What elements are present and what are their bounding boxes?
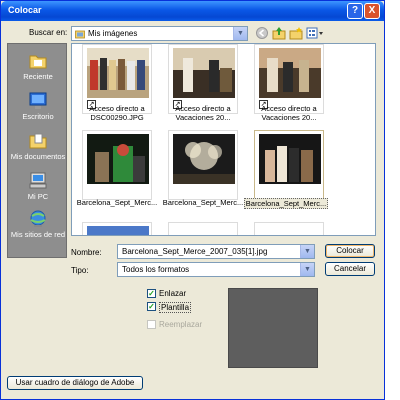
place-label: Escritorio <box>22 112 54 121</box>
file-caption[interactable]: Acceso directo a DSC00290.JPG <box>75 104 159 122</box>
file-caption[interactable]: Barcelona_Sept_Merc... <box>75 198 159 207</box>
place-label: Mis sitios de red <box>10 230 66 239</box>
caption-line: Vacaciones 20... <box>261 113 317 122</box>
caption-line: Acceso directo a <box>89 104 145 113</box>
caption-line: Barcelona_Sept_Merc... <box>245 199 327 208</box>
type-value: Todos los formatos <box>122 265 190 274</box>
place-label: Mis documentos <box>10 152 66 161</box>
name-field[interactable]: Barcelona_Sept_Merce_2007_035[1].jpg ▼ <box>117 244 315 259</box>
window-title: Colocar <box>8 5 42 15</box>
place-my-computer[interactable]: Mi PC <box>8 172 68 201</box>
chevron-down-icon[interactable]: ▼ <box>233 27 247 40</box>
file-thumbnail[interactable] <box>254 222 324 235</box>
image-preview <box>228 288 318 368</box>
lookin-label: Buscar en: <box>29 28 68 37</box>
file-thumbnail[interactable] <box>82 222 152 235</box>
type-dropdown[interactable]: Todos los formatos ▼ <box>117 262 315 277</box>
views-menu-icon[interactable] <box>306 26 324 40</box>
file-caption[interactable]: Acceso directo a Vacaciones 20... <box>247 104 331 122</box>
file-caption-selected[interactable]: Barcelona_Sept_Merc... <box>244 198 328 209</box>
my-documents-icon <box>29 133 47 149</box>
file-caption[interactable]: Acceso directo a Vacaciones 20... <box>161 104 245 122</box>
place-dialog: Colocar ? X Buscar en: Mis imágenes ▼ Re… <box>0 0 385 400</box>
photo-image <box>259 134 321 184</box>
file-thumbnail[interactable] <box>82 130 152 200</box>
network-places-icon <box>30 210 46 227</box>
folder-icon <box>75 30 85 39</box>
chevron-down-icon[interactable]: ▼ <box>300 263 314 276</box>
lookin-dropdown[interactable]: Mis imágenes ▼ <box>71 26 248 41</box>
template-checkbox[interactable]: ✓ <box>147 302 156 311</box>
file-thumbnail[interactable] <box>168 130 238 200</box>
photo-image <box>87 226 149 235</box>
photo-image <box>87 134 149 184</box>
caption-line: Acceso directo a <box>261 104 317 113</box>
caption-line: Vacaciones 20... <box>175 113 231 122</box>
name-label: Nombre: <box>71 248 102 257</box>
file-list[interactable]: ↗ Acceso directo a DSC00290.JPG ↗ Acceso… <box>71 43 376 236</box>
back-icon[interactable] <box>255 26 269 40</box>
replace-checkbox <box>147 320 156 329</box>
type-label: Tipo: <box>71 266 89 275</box>
photo-image <box>173 48 235 98</box>
my-computer-icon <box>29 172 47 189</box>
place-network[interactable]: Mis sitios de red <box>8 210 68 239</box>
places-bar: Reciente Escritorio Mis documentos Mi PC… <box>7 43 67 258</box>
replace-label: Reemplazar <box>159 320 203 329</box>
file-thumbnail[interactable] <box>168 222 238 235</box>
new-folder-icon[interactable] <box>289 26 303 40</box>
file-caption[interactable]: Barcelona_Sept_Merc... <box>161 198 245 207</box>
lookin-value: Mis imágenes <box>88 29 138 38</box>
close-button[interactable]: X <box>364 3 380 19</box>
place-my-documents[interactable]: Mis documentos <box>8 132 68 161</box>
template-label[interactable]: Plantilla <box>159 302 192 313</box>
photo-image <box>173 134 235 184</box>
place-desktop[interactable]: Escritorio <box>8 92 68 121</box>
caption-line: DSC00290.JPG <box>90 113 144 122</box>
caption-line: Barcelona_Sept_Merc... <box>76 198 158 207</box>
place-button[interactable]: Colocar <box>325 244 375 258</box>
cancel-button[interactable]: Cancelar <box>325 262 375 276</box>
file-thumbnail-selected[interactable] <box>254 130 324 200</box>
desktop-icon <box>29 92 47 109</box>
help-button[interactable]: ? <box>347 3 363 19</box>
place-label: Mi PC <box>27 192 49 201</box>
photo-image <box>259 48 321 98</box>
link-label[interactable]: Enlazar <box>159 289 186 298</box>
chevron-down-icon[interactable]: ▼ <box>300 245 314 258</box>
title-bar[interactable]: Colocar ? X <box>1 1 384 21</box>
name-value: Barcelona_Sept_Merce_2007_035[1].jpg <box>122 247 268 256</box>
place-recent[interactable]: Reciente <box>8 52 68 81</box>
place-label: Reciente <box>23 72 53 81</box>
caption-line: Acceso directo a <box>175 104 231 113</box>
caption-line: Barcelona_Sept_Merc... <box>162 198 244 207</box>
adobe-dialog-button[interactable]: Usar cuadro de diálogo de Adobe <box>7 376 143 390</box>
up-folder-icon[interactable] <box>272 26 286 40</box>
link-checkbox[interactable]: ✓ <box>147 289 156 298</box>
photo-image <box>87 48 149 98</box>
recent-documents-icon <box>29 55 47 69</box>
